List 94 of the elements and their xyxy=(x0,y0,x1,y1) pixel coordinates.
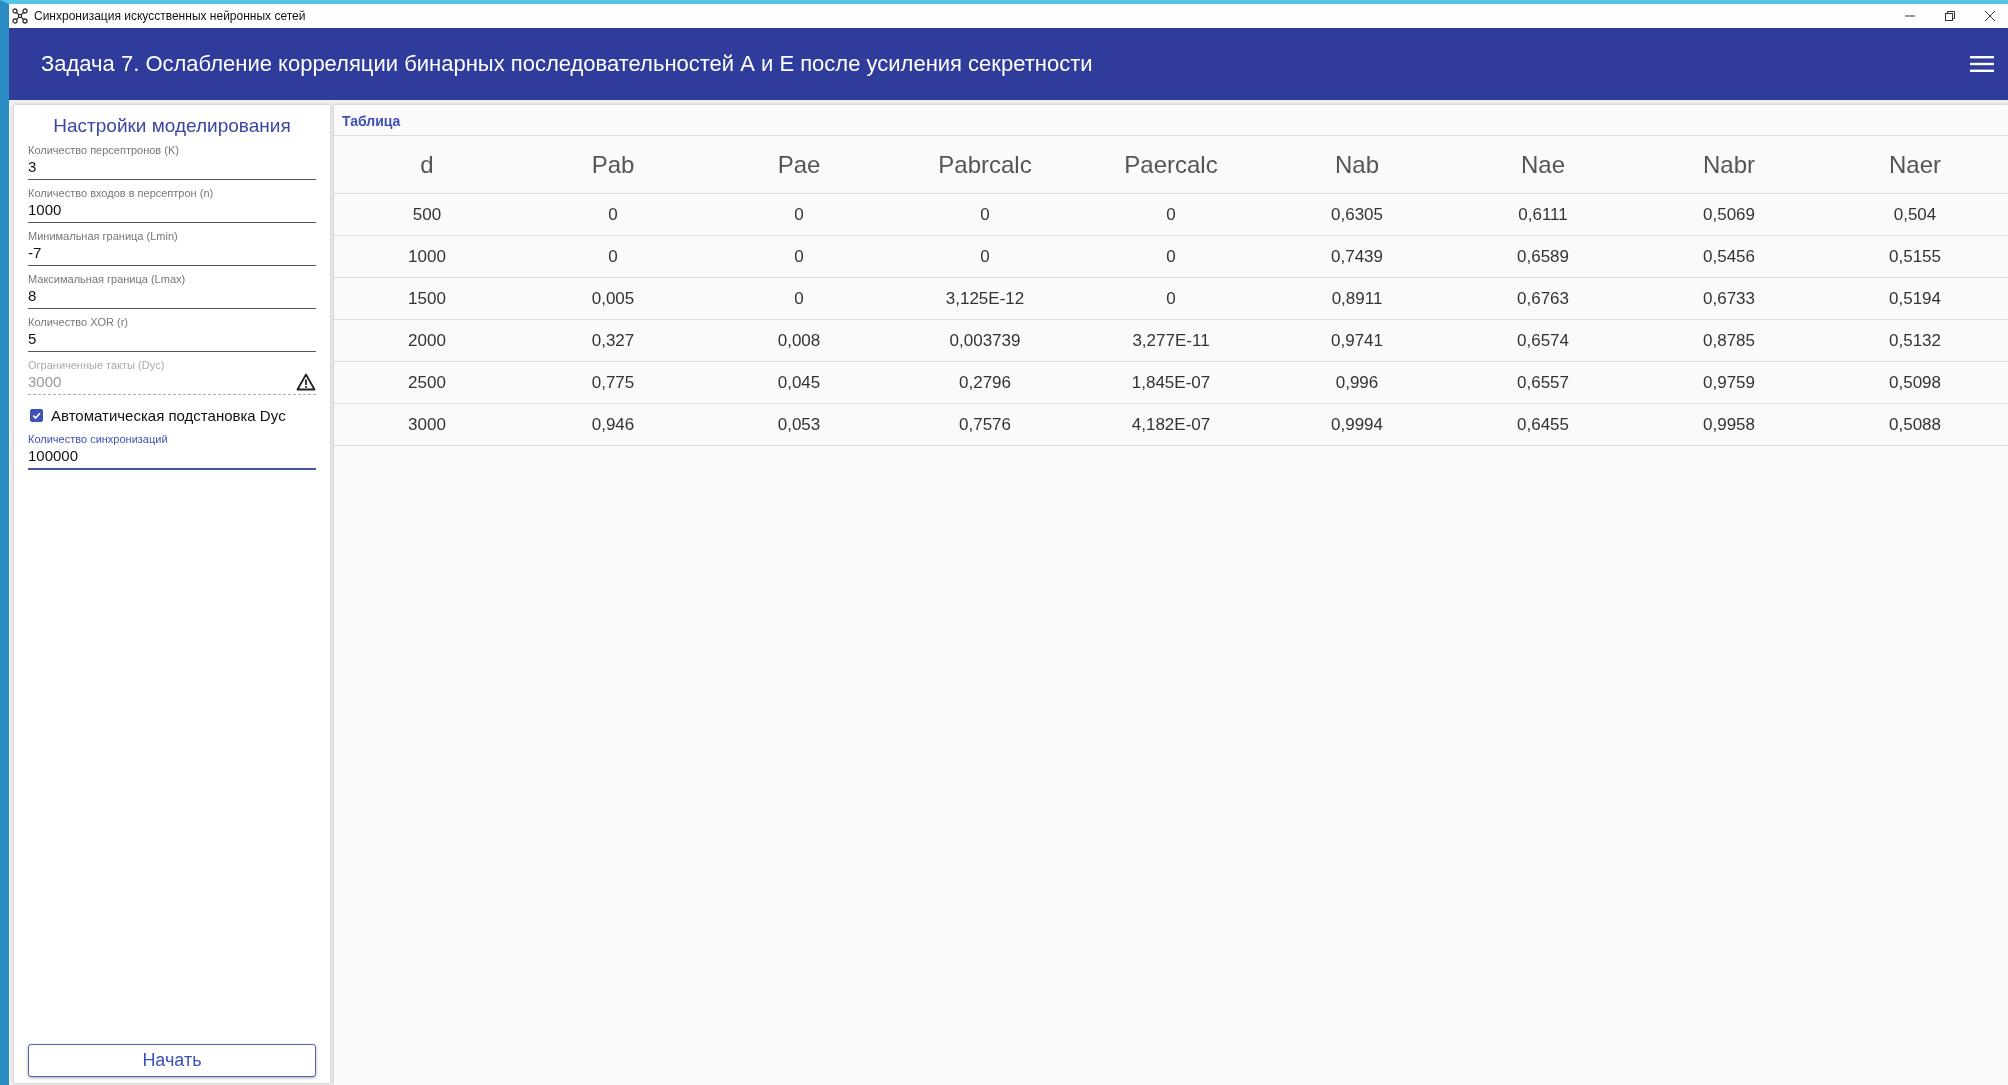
table-cell: 0,8785 xyxy=(1636,319,1822,362)
table-cell: 0,6733 xyxy=(1636,277,1822,320)
field-value: 3 xyxy=(28,157,37,177)
table-cell: 3,277E-11 xyxy=(1078,319,1264,362)
table-cell: 0,5132 xyxy=(1822,319,2008,362)
table-cell: 0,6455 xyxy=(1450,403,1636,446)
table-cell: 4,182E-07 xyxy=(1078,403,1264,446)
column-header: Nae xyxy=(1450,136,1636,194)
table-cell: 0,2796 xyxy=(892,361,1078,404)
field-label: Количество персептронов (K) xyxy=(28,143,180,157)
table-cell: 0 xyxy=(892,235,1078,278)
table-cell: 0,6574 xyxy=(1450,319,1636,362)
column-header: Pab xyxy=(520,136,706,194)
table-cell: 0,003739 xyxy=(892,319,1078,362)
network-icon xyxy=(12,8,28,24)
table-cell: 0,008 xyxy=(706,319,892,362)
table-cell: 2500 xyxy=(334,361,520,404)
table-cell: 0 xyxy=(892,193,1078,236)
input-field[interactable]: Количество персептронов (K) 3 xyxy=(28,141,316,180)
menu-icon[interactable] xyxy=(1970,55,1994,73)
table-title: Таблица xyxy=(334,105,2008,136)
input-field[interactable]: Количество XOR (r) 5 xyxy=(28,313,316,352)
table-cell: 0,996 xyxy=(1264,361,1450,404)
table-cell: 0,9958 xyxy=(1636,403,1822,446)
checkbox-label: Автоматическая подстановка Dyc xyxy=(51,407,286,424)
table-cell: 1500 xyxy=(334,277,520,320)
start-button[interactable]: Начать xyxy=(28,1044,316,1077)
table-cell: 0,5069 xyxy=(1636,193,1822,236)
table-cell: 0,045 xyxy=(706,361,892,404)
table-cell: 0,5155 xyxy=(1822,235,2008,278)
table-cell: 0 xyxy=(1078,235,1264,278)
field-label: Минимальная граница (Lmin) xyxy=(28,229,179,243)
table-cell: 0,6557 xyxy=(1450,361,1636,404)
table-cell: 0,775 xyxy=(520,361,706,404)
field-label: Максимальная граница (Lmax) xyxy=(28,272,187,286)
panel-title: Настройки моделирования xyxy=(52,114,292,138)
table-cell: 0,9994 xyxy=(1264,403,1450,446)
table-cell: 2000 xyxy=(334,319,520,362)
table-cell: 0,6589 xyxy=(1450,235,1636,278)
field-label: Количество входов в персептрон (n) xyxy=(28,186,215,200)
table-cell: 0 xyxy=(706,193,892,236)
column-header: Pabrcalc xyxy=(892,136,1078,194)
page-title: Задача 7. Ослабление корреляции бинарных последовательностей А и Е после усиления секретности xyxy=(41,51,1093,77)
table-cell: 0 xyxy=(706,277,892,320)
table-cell: 0,5194 xyxy=(1822,277,2008,320)
table-cell: 0,9741 xyxy=(1264,319,1450,362)
restore-icon[interactable] xyxy=(1944,10,1956,22)
field-value: 100000 xyxy=(28,446,79,466)
column-header: Naer xyxy=(1822,136,2008,194)
table-cell: 0 xyxy=(1078,277,1264,320)
table-cell: 0,6763 xyxy=(1450,277,1636,320)
field-value: 8 xyxy=(28,286,37,306)
field-value: 1000 xyxy=(28,200,62,220)
field-value: 3000 xyxy=(28,372,62,392)
table-cell: 1,845E-07 xyxy=(1078,361,1264,404)
table-cell: 0,327 xyxy=(520,319,706,362)
field-label: Количество синхронизаций xyxy=(28,432,169,446)
field-label: Ограниченные такты (Dyc) xyxy=(28,358,166,372)
table-cell: 0,504 xyxy=(1822,193,2008,236)
input-field[interactable]: Минимальная граница (Lmin) -7 xyxy=(28,227,316,266)
table-cell: 0,9759 xyxy=(1636,361,1822,404)
column-header: d xyxy=(334,136,520,194)
window-title: Синхронизация искусственных нейронных сетей xyxy=(34,9,306,23)
table-cell: 0,5456 xyxy=(1636,235,1822,278)
input-field[interactable]: Количество входов в персептрон (n) 1000 xyxy=(28,184,316,223)
column-header: Nab xyxy=(1264,136,1450,194)
column-header: Paercalc xyxy=(1078,136,1264,194)
column-header: Pae xyxy=(706,136,892,194)
table-cell: 0,6305 xyxy=(1264,193,1450,236)
checkbox[interactable] xyxy=(30,409,43,422)
table-cell: 0,7576 xyxy=(892,403,1078,446)
table-cell: 0 xyxy=(706,235,892,278)
table-cell: 0,5088 xyxy=(1822,403,2008,446)
table-cell: 1000 xyxy=(334,235,520,278)
table-cell: 3000 xyxy=(334,403,520,446)
table-cell: 3,125E-12 xyxy=(892,277,1078,320)
close-icon[interactable] xyxy=(1984,10,1996,22)
table-cell: 0,5098 xyxy=(1822,361,2008,404)
column-header: Nabr xyxy=(1636,136,1822,194)
table-cell: 0,946 xyxy=(520,403,706,446)
table-cell: 0,053 xyxy=(706,403,892,446)
field-value: -7 xyxy=(28,243,42,263)
table-cell: 0,005 xyxy=(520,277,706,320)
table-cell: 0,8911 xyxy=(1264,277,1450,320)
input-field[interactable]: Количество синхронизаций 100000 xyxy=(28,430,316,470)
table-cell: 0 xyxy=(520,193,706,236)
field-value: 5 xyxy=(28,329,37,349)
table-cell: 0 xyxy=(520,235,706,278)
table-cell: 0,6111 xyxy=(1450,193,1636,236)
input-field[interactable]: Максимальная граница (Lmax) 8 xyxy=(28,270,316,309)
table-cell: 0,7439 xyxy=(1264,235,1450,278)
table-cell: 0 xyxy=(1078,193,1264,236)
field-label: Количество XOR (r) xyxy=(28,315,129,329)
table-cell: 500 xyxy=(334,193,520,236)
